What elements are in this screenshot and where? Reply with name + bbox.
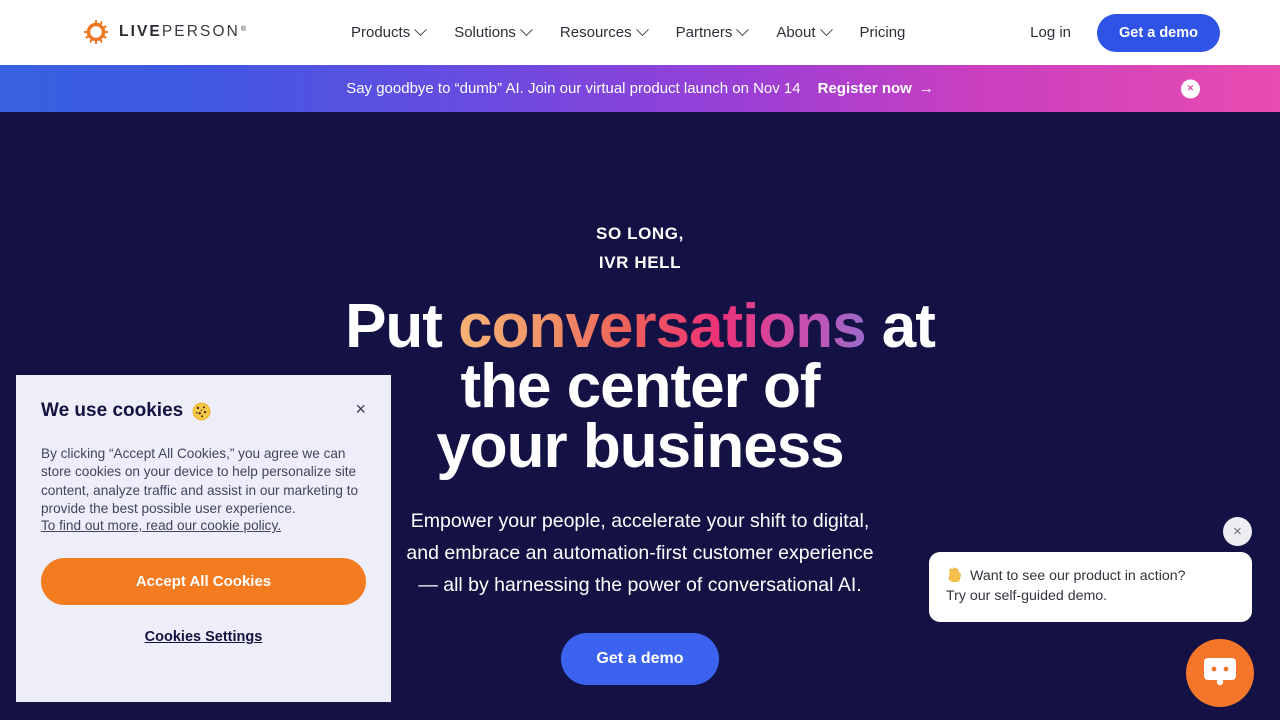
announcement-text: Say goodbye to “dumb” AI. Join our virtu… — [346, 80, 801, 97]
nav-label-about: About — [776, 24, 816, 41]
cookie-dialog-title: We use cookies — [41, 400, 211, 422]
hero-eyebrow: SO LONG, IVR HELL — [0, 219, 1280, 277]
login-link[interactable]: Log in — [1030, 24, 1071, 41]
chat-message-line1: Want to see our product in action? — [946, 566, 1235, 586]
chat-bot-icon — [1204, 658, 1236, 686]
chevron-down-icon — [819, 23, 833, 37]
hero-eyebrow-line1: SO LONG, — [596, 224, 684, 243]
cookie-dialog-header: We use cookies × — [41, 400, 366, 422]
cookie-consent-dialog: We use cookies × By clicking “Accept All… — [16, 375, 391, 702]
get-a-demo-button-hero[interactable]: Get a demo — [561, 633, 719, 685]
chat-message-text-line1: Want to see our product in action? — [969, 568, 1186, 584]
arrow-right-icon: → — [918, 80, 934, 97]
logo-wordmark: LIVE PERSON ® — [119, 23, 248, 41]
cookie-title-text: We use cookies — [41, 400, 184, 421]
get-a-demo-button-nav[interactable]: Get a demo — [1097, 13, 1220, 52]
headline-text-put: Put — [345, 292, 459, 361]
cookie-policy-link[interactable]: To find out more, read our cookie policy… — [41, 518, 366, 533]
chat-message-line2: Try our self-guided demo. — [946, 588, 1108, 604]
chevron-down-icon — [414, 23, 428, 37]
waving-hand-emoji — [948, 567, 961, 583]
page-root: LIVE PERSON ® Products Solutions Resources… — [0, 0, 1280, 720]
nav-label-partners: Partners — [675, 24, 733, 41]
nav-label-solutions: Solutions — [454, 24, 516, 41]
nav-item-solutions[interactable]: Solutions — [454, 23, 533, 41]
chevron-down-icon — [736, 23, 750, 37]
logo-registered-mark: ® — [240, 26, 249, 33]
primary-nav-links: Products Solutions Resources Partners Ab… — [351, 0, 905, 65]
headline-gradient-word: conversations — [458, 292, 866, 361]
cookies-settings-link[interactable]: Cookies Settings — [41, 629, 366, 645]
register-now-label: Register now — [817, 80, 912, 97]
nav-label-resources: Resources — [559, 24, 632, 41]
chat-proactive-message[interactable]: Want to see our product in action? Try o… — [929, 552, 1252, 622]
headline-text-at: at — [865, 292, 936, 361]
cookie-dialog-close-button[interactable]: × — [355, 400, 366, 418]
hero-headline-line1: Put conversations at — [0, 296, 1280, 358]
announcement-banner: Say goodbye to “dumb” AI. Join our virtu… — [0, 65, 1280, 112]
liveperson-logo[interactable]: LIVE PERSON ® — [84, 20, 248, 44]
chat-launcher-button[interactable] — [1186, 639, 1254, 707]
hero-eyebrow-line2: IVR HELL — [598, 253, 682, 272]
logo-person-text: PERSON — [161, 23, 240, 40]
banner-close-button[interactable]: × — [1181, 79, 1200, 98]
cookie-dialog-body-text: By clicking “Accept All Cookies,” you ag… — [41, 446, 359, 516]
cookie-emoji — [192, 402, 211, 420]
chevron-down-icon — [520, 23, 533, 37]
nav-item-resources[interactable]: Resources — [559, 23, 649, 41]
chat-widget-close-button[interactable]: × — [1223, 517, 1252, 546]
nav-item-products[interactable]: Products — [351, 23, 428, 41]
nav-label-products: Products — [351, 24, 411, 41]
logo-live-text: LIVE — [119, 23, 162, 40]
top-navigation-bar: LIVE PERSON ® Products Solutions Resources… — [0, 0, 1280, 65]
chevron-down-icon — [635, 23, 649, 37]
register-now-link[interactable]: Register now → — [818, 80, 934, 97]
nav-actions: Log in Get a demo — [1030, 0, 1220, 65]
nav-item-pricing[interactable]: Pricing — [860, 24, 906, 41]
accept-all-cookies-button[interactable]: Accept All Cookies — [41, 558, 366, 606]
nav-item-partners[interactable]: Partners — [675, 23, 750, 41]
nav-label-pricing: Pricing — [859, 24, 906, 41]
nav-item-about[interactable]: About — [776, 23, 833, 41]
liveperson-sun-icon — [84, 20, 108, 44]
